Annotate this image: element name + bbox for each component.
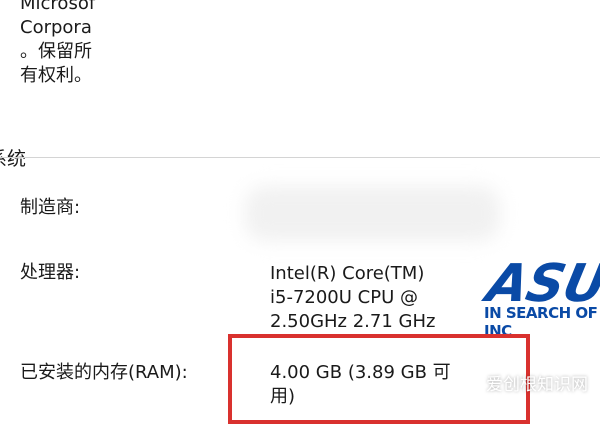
copyright-text: Microsof Corpora 。保留所 有权利。: [20, 0, 95, 88]
processor-value-line: Intel(R) Core(TM): [270, 263, 425, 284]
processor-value-line: 2.50GHz 2.71 GHz: [270, 311, 436, 332]
ram-highlight-box: [228, 334, 530, 424]
asus-logo: ASUS IN SEARCH OF INC: [482, 254, 600, 340]
processor-value: Intel(R) Core(TM) i5-7200U CPU @ 2.50GHz…: [270, 262, 435, 334]
copyright-line: 有权利。: [20, 65, 92, 86]
manufacturer-value-blurred: [245, 186, 500, 241]
processor-label: 处理器:: [20, 262, 81, 283]
copyright-line: Microsof: [20, 0, 96, 14]
processor-value-line: i5-7200U CPU @: [270, 287, 418, 308]
watermark-text: 爱创根知识网: [486, 375, 588, 395]
manufacturer-label: 制造商:: [20, 197, 81, 218]
copyright-line: 。保留所: [20, 41, 92, 62]
section-divider: [0, 157, 600, 158]
system-section-title: 系统: [0, 148, 27, 170]
watermark: 爱创根知识网: [486, 370, 588, 395]
copyright-line: Corpora: [20, 17, 92, 38]
ram-label: 已安装的内存(RAM):: [20, 362, 188, 383]
